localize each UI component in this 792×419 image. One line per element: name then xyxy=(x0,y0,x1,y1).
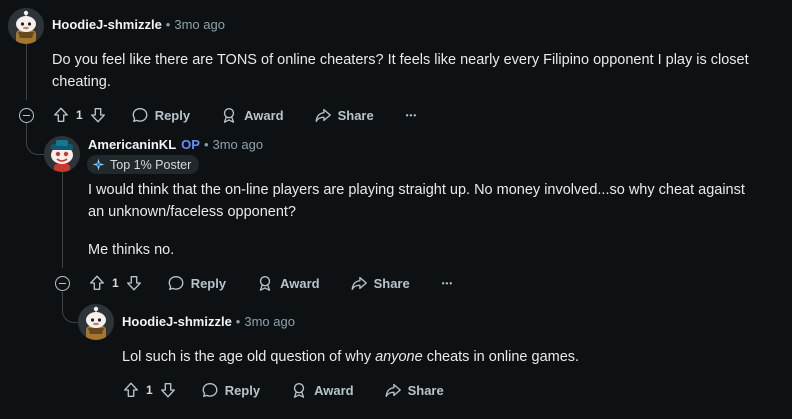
more-options-button[interactable]: ••• xyxy=(406,111,417,120)
vote-group: 1 xyxy=(52,106,107,124)
comment-header: HoodieJ-shmizzle • 3mo ago xyxy=(122,314,295,329)
award-icon xyxy=(293,383,305,398)
vote-count: 1 xyxy=(112,276,119,290)
comment-text: cheats in online games. xyxy=(422,349,580,365)
vote-count: 1 xyxy=(146,383,153,397)
comment-header: AmericaninKL OP • 3mo ago xyxy=(88,137,263,152)
more-options-button[interactable]: ••• xyxy=(442,279,453,288)
flair-star-icon xyxy=(92,158,105,171)
share-button[interactable]: Share xyxy=(314,106,374,124)
reply-icon xyxy=(132,108,148,122)
op-tag: OP xyxy=(181,137,200,152)
share-button[interactable]: Share xyxy=(384,381,444,399)
snoo-avatar-icon xyxy=(44,136,80,172)
thread-line xyxy=(26,122,27,132)
separator-dot: • xyxy=(235,314,241,329)
comment-body: Lol such is the age old question of why … xyxy=(122,346,579,368)
share-label: Share xyxy=(337,107,374,123)
avatar[interactable] xyxy=(44,136,80,172)
collapse-icon[interactable] xyxy=(19,108,34,123)
downvote-icon[interactable] xyxy=(125,274,143,292)
reply-label: Reply xyxy=(224,382,261,398)
comment-body: Do you feel like there are TONS of onlin… xyxy=(52,49,792,93)
comment-actions: 1 Reply Award Share ••• xyxy=(52,103,417,127)
author-name[interactable]: HoodieJ-shmizzle xyxy=(122,314,232,329)
downvote-icon[interactable] xyxy=(89,106,107,124)
award-icon xyxy=(223,108,235,123)
reply-icon xyxy=(202,383,218,397)
vote-group: 1 xyxy=(88,274,143,292)
author-name[interactable]: HoodieJ-shmizzle xyxy=(52,17,162,32)
timestamp[interactable]: 3mo ago xyxy=(213,137,264,152)
reply-label: Reply xyxy=(190,275,227,291)
snoo-avatar-icon xyxy=(78,304,114,340)
snoo-avatar-icon xyxy=(8,8,44,44)
timestamp[interactable]: 3mo ago xyxy=(174,17,225,32)
reply-icon xyxy=(168,276,184,290)
comment-text-line: an unknown/faceless opponent? xyxy=(88,204,296,220)
reply-button[interactable]: Reply xyxy=(167,274,226,292)
vote-group: 1 xyxy=(122,381,177,399)
comment-text-emphasis: anyone xyxy=(375,349,423,365)
thread-line xyxy=(62,172,63,268)
reply-button[interactable]: Reply xyxy=(201,381,260,399)
award-icon xyxy=(259,276,271,291)
author-name[interactable]: AmericaninKL xyxy=(88,137,176,152)
comment-actions: 1 Reply Award Share xyxy=(122,378,444,402)
comment-text: Lol such is the age old question of why xyxy=(122,349,376,365)
flair-label: Top 1% Poster xyxy=(110,157,192,172)
comment-text-line: Me thinks no. xyxy=(88,242,175,258)
thread-line xyxy=(62,292,63,300)
award-button[interactable]: Award xyxy=(220,106,284,124)
downvote-icon[interactable] xyxy=(159,381,177,399)
user-flair: Top 1% Poster xyxy=(87,155,200,174)
comment-body: I would think that the on-line players a… xyxy=(88,179,788,261)
share-icon xyxy=(385,383,401,397)
share-label: Share xyxy=(407,382,444,398)
share-button[interactable]: Share xyxy=(350,274,410,292)
reply-label: Reply xyxy=(154,107,191,123)
avatar[interactable] xyxy=(78,304,114,340)
upvote-icon[interactable] xyxy=(122,381,140,399)
separator-dot: • xyxy=(165,17,171,32)
share-icon xyxy=(315,108,331,122)
vote-count: 1 xyxy=(76,108,83,122)
share-icon xyxy=(351,276,367,290)
timestamp[interactable]: 3mo ago xyxy=(244,314,295,329)
reply-button[interactable]: Reply xyxy=(131,106,190,124)
comment-text-line: Do you feel like there are TONS of onlin… xyxy=(52,52,749,68)
award-button[interactable]: Award xyxy=(256,274,320,292)
award-label: Award xyxy=(280,275,320,291)
award-label: Award xyxy=(244,107,284,123)
comment-actions: 1 Reply Award Share ••• xyxy=(88,271,453,295)
separator-dot: • xyxy=(203,137,209,152)
comment-text-line: I would think that the on-line players a… xyxy=(88,182,745,198)
thread-line xyxy=(26,44,27,100)
upvote-icon[interactable] xyxy=(52,106,70,124)
collapse-icon[interactable] xyxy=(55,276,70,291)
award-button[interactable]: Award xyxy=(290,381,354,399)
avatar[interactable] xyxy=(8,8,44,44)
upvote-icon[interactable] xyxy=(88,274,106,292)
comment-text-line: cheating. xyxy=(52,74,111,90)
award-label: Award xyxy=(314,382,354,398)
share-label: Share xyxy=(373,275,410,291)
comment-header: HoodieJ-shmizzle • 3mo ago xyxy=(52,17,225,32)
